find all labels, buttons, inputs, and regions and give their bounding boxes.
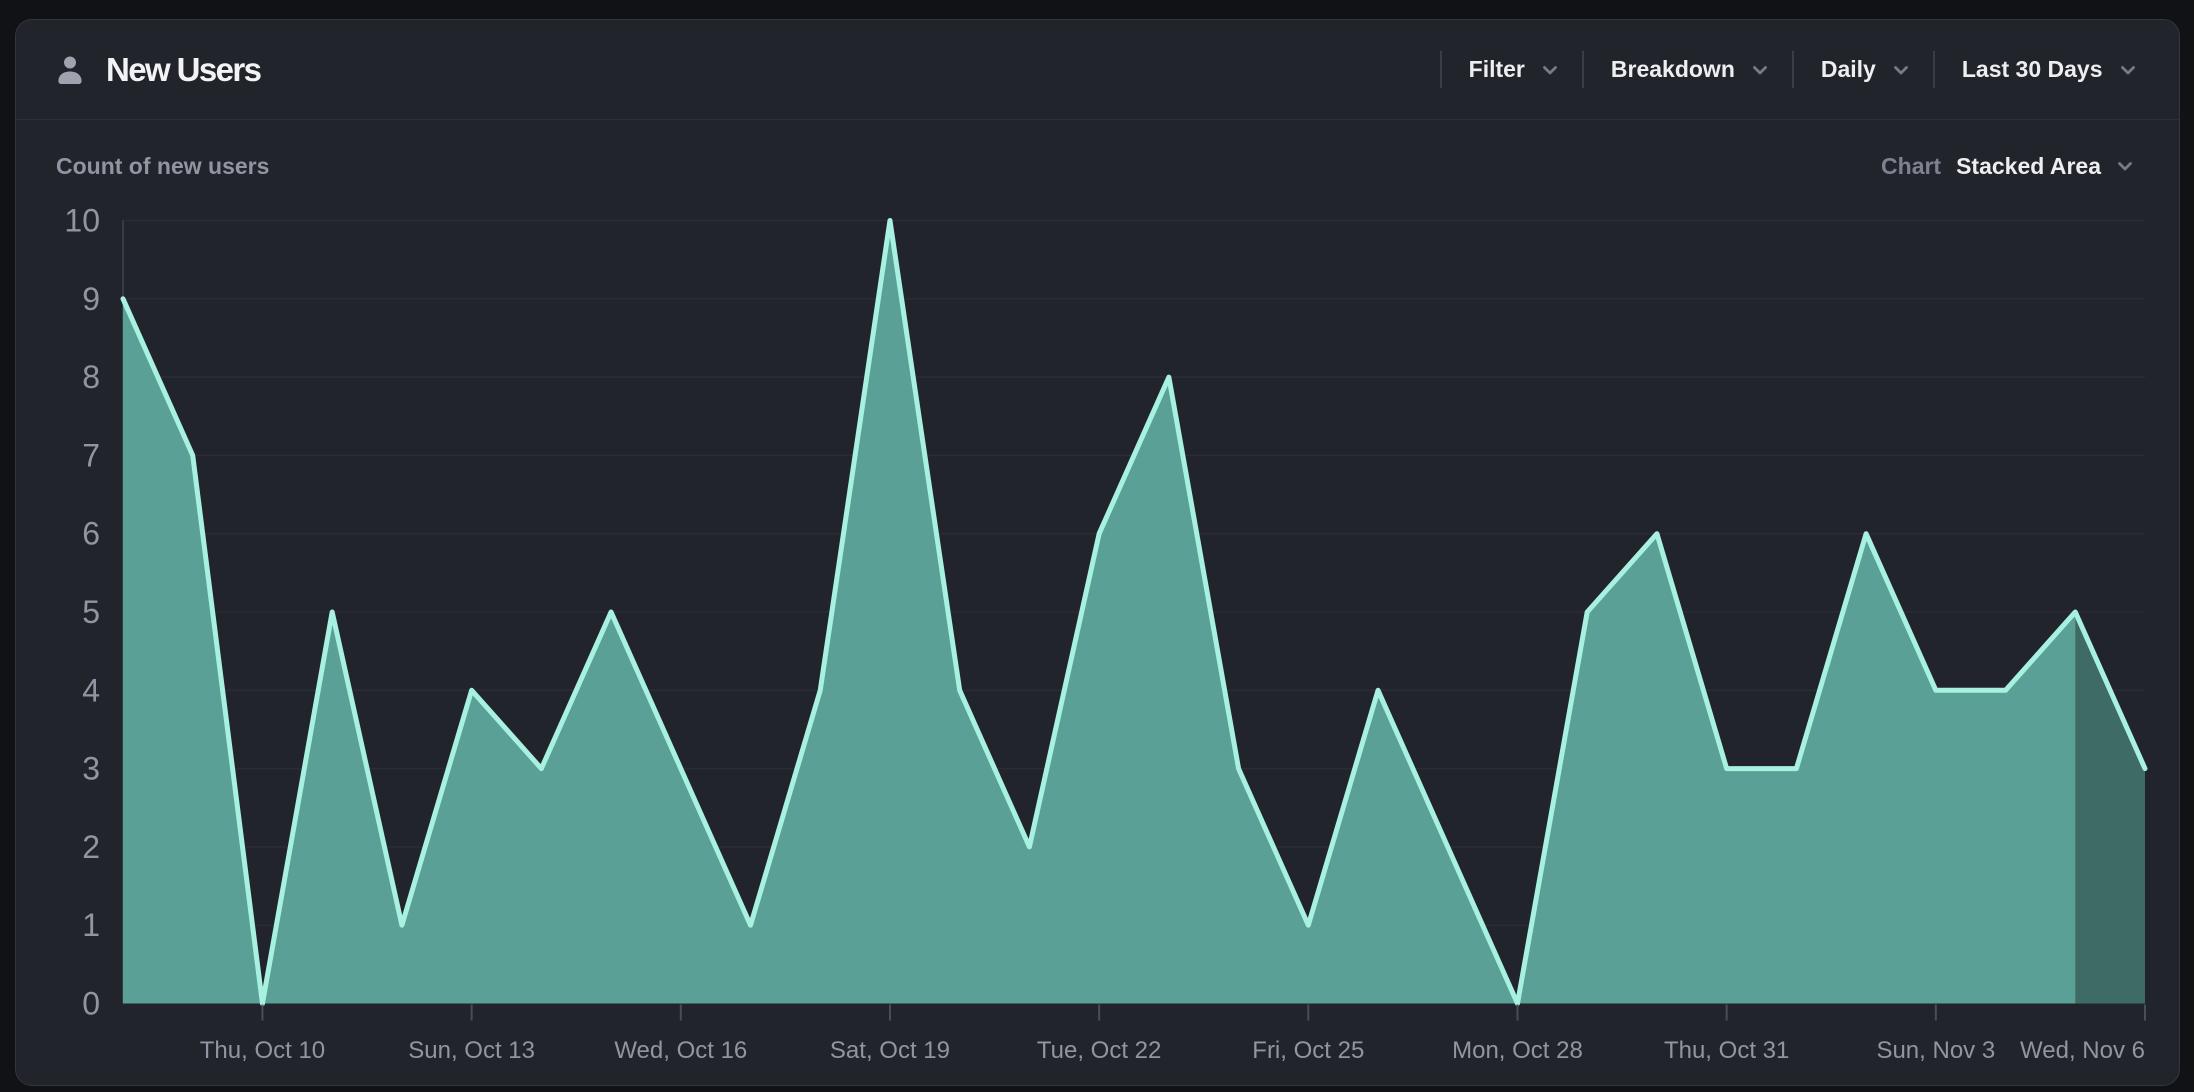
breakdown-dropdown-label: Breakdown xyxy=(1611,56,1735,83)
x-axis-label: Sun, Oct 13 xyxy=(408,1037,535,1064)
y-axis-label: 10 xyxy=(64,203,100,239)
y-axis-label: 1 xyxy=(82,907,100,943)
person-icon xyxy=(56,55,84,85)
filter-dropdown-label: Filter xyxy=(1469,56,1525,83)
header-controls: Filter Breakdown Daily Las xyxy=(1440,51,2140,88)
x-axis-label: Sat, Oct 19 xyxy=(830,1037,950,1064)
insight-title: New Users xyxy=(106,51,260,89)
y-axis-label: 8 xyxy=(82,359,100,395)
chart-type-picker[interactable]: Chart Stacked Area xyxy=(1881,153,2137,180)
separator xyxy=(1582,51,1584,88)
chevron-down-icon xyxy=(1538,58,1562,82)
y-axis-label: 6 xyxy=(82,516,100,552)
x-axis-label: Thu, Oct 31 xyxy=(1664,1037,1789,1064)
x-axis-label: Tue, Oct 22 xyxy=(1037,1037,1162,1064)
chart-type-value: Stacked Area xyxy=(1956,153,2101,180)
date-range-dropdown[interactable]: Last 30 Days xyxy=(1962,56,2140,83)
breakdown-dropdown[interactable]: Breakdown xyxy=(1611,56,1772,83)
y-axis-label: 4 xyxy=(82,672,100,708)
separator xyxy=(1792,51,1794,88)
title-group: New Users xyxy=(56,51,260,89)
y-axis-label: 2 xyxy=(82,829,100,865)
interval-dropdown[interactable]: Daily xyxy=(1821,56,1913,83)
chart-subheader: Count of new users Chart Stacked Area xyxy=(16,140,2179,192)
date-range-dropdown-label: Last 30 Days xyxy=(1962,56,2103,83)
metric-label: Count of new users xyxy=(56,153,269,180)
x-axis-label: Thu, Oct 10 xyxy=(200,1037,325,1064)
y-axis-label: 7 xyxy=(82,437,100,473)
filter-dropdown[interactable]: Filter xyxy=(1469,56,1562,83)
y-axis-label: 5 xyxy=(82,594,100,630)
insight-card: 0 1 2 3 4 5 6 7 8 9 10 Thu, Oct 10 Sun, Oct 13 Wed, O… xyxy=(15,19,2180,1086)
interval-dropdown-label: Daily xyxy=(1821,56,1876,83)
chevron-down-icon xyxy=(2113,154,2137,178)
x-axis-label: Wed, Oct 16 xyxy=(614,1037,747,1064)
x-axis-label: Wed, Nov 6 xyxy=(2020,1037,2145,1064)
x-axis-label: Sun, Nov 3 xyxy=(1876,1037,1995,1064)
card-header: New Users Filter Breakdown Daily xyxy=(16,20,2179,120)
separator xyxy=(1933,51,1935,88)
area-fill-incomplete xyxy=(2075,612,2145,1004)
chart-type-caption: Chart xyxy=(1881,153,1941,180)
y-axis-label: 0 xyxy=(82,986,100,1022)
separator xyxy=(1440,51,1442,88)
x-axis-label: Mon, Oct 28 xyxy=(1452,1037,1583,1064)
x-axis-label: Fri, Oct 25 xyxy=(1252,1037,1364,1064)
y-axis-label: 3 xyxy=(82,751,100,787)
chevron-down-icon xyxy=(1889,58,1913,82)
chevron-down-icon xyxy=(1748,58,1772,82)
chevron-down-icon xyxy=(2116,58,2140,82)
y-axis-label: 9 xyxy=(82,281,100,317)
